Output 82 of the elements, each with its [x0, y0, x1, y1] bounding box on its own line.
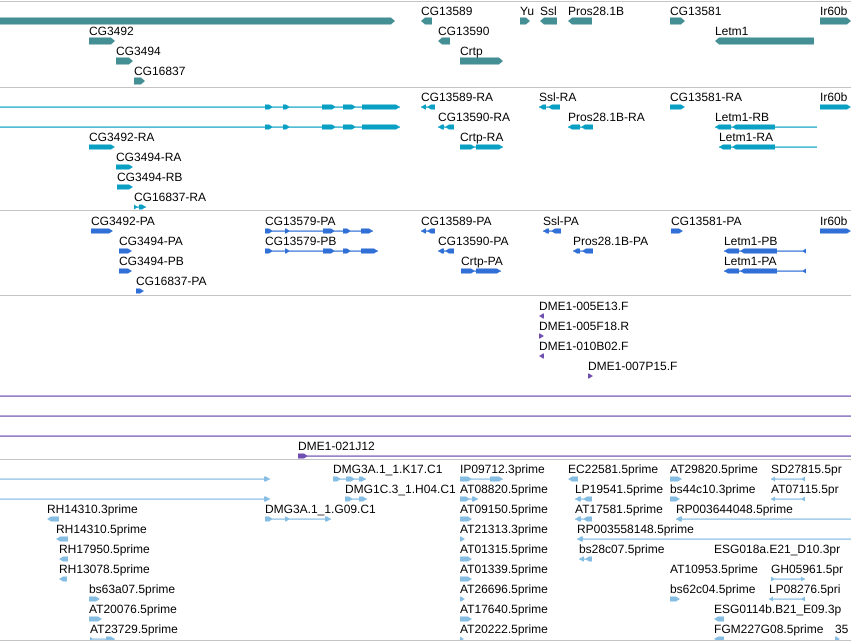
feature-label: ESG0114b.B21_E09.3p — [714, 602, 842, 616]
feature-label: RH14310.3prime — [47, 502, 138, 516]
feature-label: IP09712.3prime — [460, 462, 545, 476]
feature-label: Ssl — [540, 4, 557, 18]
feature-label: AT26696.5prime — [460, 582, 548, 596]
feature-label: CG13579-PB — [265, 234, 336, 248]
feature-label: SD27815.5pr — [771, 462, 842, 476]
feature-label: DMG3A.1_1.K17.C1 — [333, 462, 442, 476]
feature-label: DME1-007P15.F — [588, 359, 678, 373]
feature-label: CG13581-RA — [670, 90, 742, 104]
feature-label: AT20222.5prime — [460, 622, 548, 636]
feature-label: CG13581 — [670, 4, 722, 18]
feature-label: CG3492-RA — [89, 130, 154, 144]
feature-label: CG3492-PA — [91, 214, 155, 228]
feature-label: RP003644048.5prime — [676, 502, 793, 516]
feature-label: CG13581-PA — [671, 214, 742, 228]
feature-label: 35 — [835, 622, 848, 636]
feature-label: Crtp-PA — [461, 254, 503, 268]
feature-label: Letm1-RA — [719, 130, 774, 144]
feature-label: DME1-021J12 — [298, 439, 375, 453]
feature-label: AT01339.5prime — [460, 562, 548, 576]
feature-label: CG16837 — [134, 64, 186, 78]
feature-label: Letm1-PA — [724, 254, 776, 268]
feature-label: Crtp — [460, 44, 483, 58]
feature-label: Ir60b — [820, 214, 848, 228]
feature-label: CG13579-PA — [265, 214, 336, 228]
feature-label: CG13589 — [421, 4, 472, 18]
feature-label: CG3494-PB — [119, 254, 184, 268]
feature-label: bs44c10.3prime — [670, 482, 756, 496]
feature-label: DME1-005F18.R — [539, 319, 630, 333]
feature-label: Ssl-RA — [539, 90, 576, 104]
feature-label: CG3492 — [89, 24, 134, 38]
feature-label: ESG018a.E21_D10.3pr — [714, 542, 840, 556]
feature-label: DMG3A.1_1.G09.C1 — [265, 502, 376, 516]
feature-label: RH17950.5prime — [59, 542, 150, 556]
feature-label: CG13589-RA — [421, 90, 494, 104]
feature-label: RH13078.5prime — [59, 562, 150, 576]
feature-label: Letm1-PB — [724, 234, 778, 248]
feature-label: DME1-005E13.F — [539, 299, 628, 313]
feature-label: RH14310.5prime — [56, 522, 147, 536]
feature-label: CG13590 — [438, 24, 490, 38]
feature-label: FGM227G08.5prime — [714, 622, 824, 636]
feature-label: Ir60b — [820, 4, 848, 18]
feature-label: AT17581.5prime — [575, 502, 663, 516]
feature-label: Letm1-RB — [715, 110, 770, 124]
feature-label: AT21313.3prime — [460, 522, 548, 536]
feature-label: CG3494-PA — [119, 234, 183, 248]
feature-label: CG13590-PA — [438, 234, 508, 248]
feature-label: CG16837-RA — [134, 190, 206, 204]
feature-label: Crtp-RA — [460, 130, 504, 144]
feature-label: LP19541.5prime — [575, 482, 664, 496]
feature-label: AT07115.5pr — [771, 482, 839, 496]
feature-label: AT01315.5prime — [460, 542, 548, 556]
feature-label: AT20076.5prime — [89, 602, 177, 616]
feature-label: bs28c07.5prime — [579, 542, 664, 556]
feature-label: Ir60b — [820, 90, 848, 104]
feature-label: CG3494-RB — [117, 170, 182, 184]
feature-label: Yu — [520, 4, 534, 18]
feature-label: AT10953.5prime — [670, 562, 758, 576]
feature-label: AT29820.5prime — [670, 462, 758, 476]
feature-label: DMG1C.3_1.H04.C1 — [345, 482, 456, 496]
feature-label: CG3494 — [116, 44, 161, 58]
feature-label: AT23729.5prime — [90, 622, 178, 636]
feature-label: AT09150.5prime — [460, 502, 548, 516]
feature-label: Letm1 — [715, 24, 748, 38]
feature-label: AT08820.5prime — [460, 482, 548, 496]
feature-label: RP003558148.5prime — [577, 522, 694, 536]
feature-label: CG13589-PA — [421, 214, 492, 228]
feature-label: CG16837-PA — [136, 274, 206, 288]
feature-label: GH05961.5pr — [771, 562, 844, 576]
feature-label: CG13590-RA — [438, 110, 510, 124]
feature-label: Pros28.1B-PA — [573, 234, 648, 248]
feature-label: Pros28.1B — [568, 4, 624, 18]
feature-label: LP08276.5pri — [769, 582, 840, 596]
feature-label: EC22581.5prime — [568, 462, 658, 476]
feature-label: CG3494-RA — [116, 150, 182, 164]
feature-label: AT17640.5prime — [460, 602, 548, 616]
feature-label: Ssl-PA — [543, 214, 579, 228]
feature-label: DME1-010B02.F — [539, 339, 628, 353]
feature-label: bs62c04.5prime — [670, 582, 756, 596]
feature-label: bs63a07.5prime — [89, 582, 176, 596]
feature-label: Pros28.1B-RA — [568, 110, 645, 124]
